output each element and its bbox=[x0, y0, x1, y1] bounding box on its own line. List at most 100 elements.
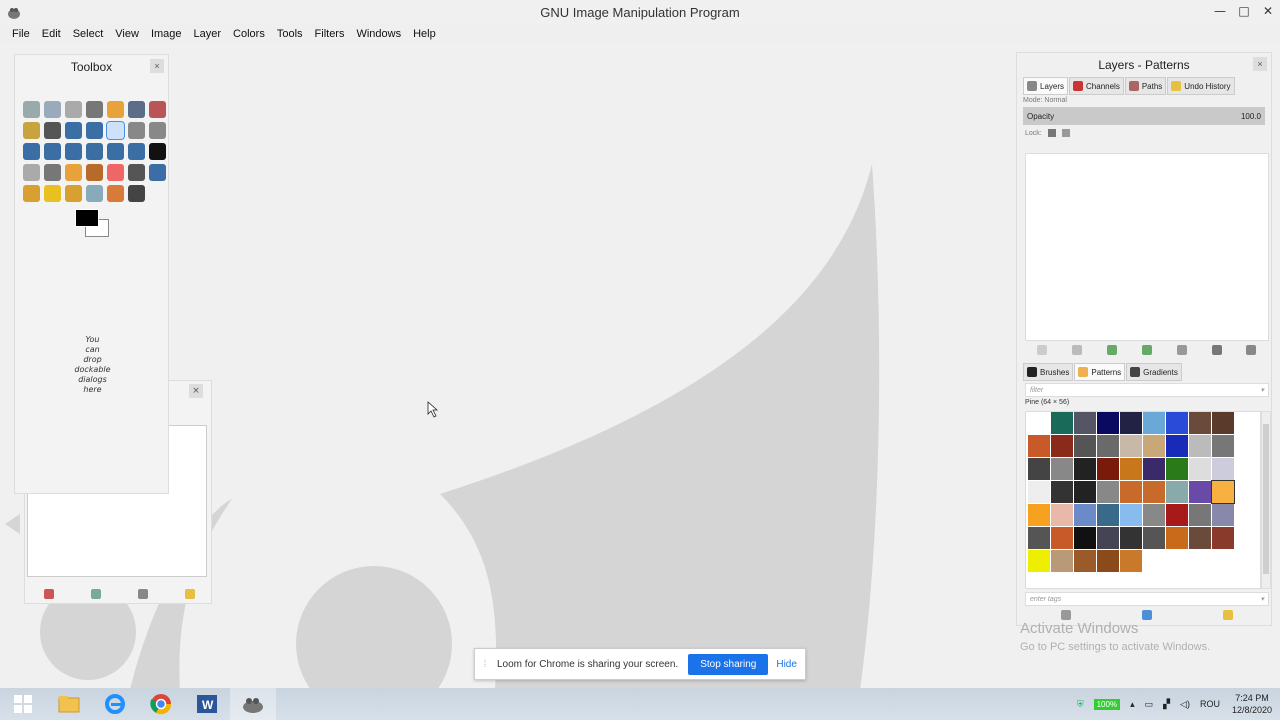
tool-button[interactable] bbox=[65, 101, 82, 118]
pattern-swatch[interactable] bbox=[1097, 412, 1119, 434]
pattern-swatch[interactable] bbox=[1120, 412, 1142, 434]
taskbar-chrome[interactable] bbox=[138, 688, 184, 720]
tool-button[interactable] bbox=[86, 143, 103, 160]
tool-button[interactable] bbox=[128, 143, 145, 160]
raise-item-icon[interactable] bbox=[90, 589, 101, 599]
tool-button[interactable] bbox=[128, 185, 145, 202]
new-layer-icon[interactable] bbox=[1037, 345, 1048, 355]
tab-layers[interactable]: Layers bbox=[1023, 77, 1069, 95]
menu-windows[interactable]: Windows bbox=[350, 28, 407, 40]
pattern-swatch[interactable] bbox=[1097, 435, 1119, 457]
pattern-swatch[interactable] bbox=[1189, 435, 1211, 457]
pattern-swatch[interactable] bbox=[1097, 527, 1119, 549]
menu-tools[interactable]: Tools bbox=[271, 28, 309, 40]
mode-select[interactable]: Mode: Normal bbox=[1023, 97, 1265, 104]
tool-button[interactable] bbox=[86, 164, 103, 181]
raise-layer-icon[interactable] bbox=[1107, 345, 1118, 355]
pattern-swatch[interactable] bbox=[1120, 481, 1142, 503]
pattern-scrollbar[interactable] bbox=[1261, 411, 1271, 589]
pattern-swatch[interactable] bbox=[1120, 527, 1142, 549]
pattern-swatch[interactable] bbox=[1143, 412, 1165, 434]
pattern-swatch[interactable] bbox=[1097, 550, 1119, 572]
stop-sharing-button[interactable]: Stop sharing bbox=[688, 653, 769, 675]
tool-button[interactable] bbox=[65, 122, 82, 139]
tool-button[interactable] bbox=[65, 143, 82, 160]
pattern-swatch[interactable] bbox=[1028, 550, 1050, 572]
pattern-swatch[interactable] bbox=[1028, 458, 1050, 480]
tool-button[interactable] bbox=[106, 121, 125, 140]
pattern-swatch[interactable] bbox=[1051, 504, 1073, 526]
pattern-swatch[interactable] bbox=[1074, 527, 1096, 549]
tab-gradients[interactable]: Gradients bbox=[1126, 363, 1182, 381]
tool-button[interactable] bbox=[65, 185, 82, 202]
pattern-swatch[interactable] bbox=[1211, 480, 1235, 504]
pattern-swatch[interactable] bbox=[1120, 458, 1142, 480]
pattern-swatch[interactable] bbox=[1051, 481, 1073, 503]
open-folder-icon[interactable] bbox=[184, 589, 195, 599]
tool-button[interactable] bbox=[86, 122, 103, 139]
lower-layer-icon[interactable] bbox=[1141, 345, 1152, 355]
pattern-swatch[interactable] bbox=[1189, 527, 1211, 549]
lock-alpha-icon[interactable] bbox=[1061, 129, 1070, 137]
chevron-up-icon[interactable]: ▴ bbox=[1130, 699, 1135, 710]
toolbox-close-button[interactable]: × bbox=[150, 59, 164, 73]
pattern-swatch[interactable] bbox=[1074, 550, 1096, 572]
pattern-swatch[interactable] bbox=[1212, 412, 1234, 434]
pattern-swatch[interactable] bbox=[1166, 412, 1188, 434]
pattern-swatch[interactable] bbox=[1166, 527, 1188, 549]
delete-layer-icon[interactable] bbox=[1246, 345, 1257, 355]
pattern-swatch[interactable] bbox=[1212, 504, 1234, 526]
gimp-app-icon[interactable] bbox=[6, 4, 22, 20]
tool-button[interactable] bbox=[44, 164, 61, 181]
pattern-swatch[interactable] bbox=[1074, 504, 1096, 526]
lock-pixels-icon[interactable] bbox=[1047, 129, 1056, 137]
trash-icon[interactable] bbox=[137, 589, 148, 599]
menu-select[interactable]: Select bbox=[67, 28, 110, 40]
menu-filters[interactable]: Filters bbox=[309, 28, 351, 40]
pattern-swatch[interactable] bbox=[1166, 458, 1188, 480]
tool-button[interactable] bbox=[44, 185, 61, 202]
pattern-swatch[interactable] bbox=[1074, 435, 1096, 457]
pattern-swatch[interactable] bbox=[1143, 435, 1165, 457]
pattern-swatch[interactable] bbox=[1097, 481, 1119, 503]
tool-button[interactable] bbox=[149, 143, 166, 160]
menu-layer[interactable]: Layer bbox=[188, 28, 228, 40]
pattern-swatch[interactable] bbox=[1074, 412, 1096, 434]
pattern-swatch[interactable] bbox=[1189, 481, 1211, 503]
pattern-swatch[interactable] bbox=[1212, 458, 1234, 480]
tab-undo-history[interactable]: Undo History bbox=[1167, 77, 1235, 95]
minimize-button[interactable]: — bbox=[1208, 0, 1232, 22]
drag-handle-icon[interactable]: ⁞ bbox=[479, 659, 491, 670]
pattern-swatch[interactable] bbox=[1028, 412, 1050, 434]
pattern-swatch[interactable] bbox=[1074, 481, 1096, 503]
new-layer-group-icon[interactable] bbox=[1072, 345, 1083, 355]
pattern-swatch[interactable] bbox=[1051, 435, 1073, 457]
layers-list[interactable] bbox=[1025, 153, 1269, 341]
tool-button[interactable] bbox=[107, 101, 124, 118]
pattern-swatch[interactable] bbox=[1028, 527, 1050, 549]
menu-help[interactable]: Help bbox=[407, 28, 442, 40]
opacity-slider[interactable]: Opacity 100.0 bbox=[1023, 107, 1265, 125]
taskbar-internet-explorer[interactable] bbox=[92, 688, 138, 720]
close-button[interactable]: ✕ bbox=[1256, 0, 1280, 22]
pattern-swatch[interactable] bbox=[1028, 435, 1050, 457]
volume-icon[interactable]: ◁) bbox=[1180, 699, 1190, 710]
tool-button[interactable] bbox=[23, 185, 40, 202]
dock-close-button[interactable]: × bbox=[1253, 57, 1267, 71]
pattern-swatch[interactable] bbox=[1166, 435, 1188, 457]
open-folder-icon[interactable] bbox=[1223, 610, 1234, 620]
tool-button[interactable] bbox=[65, 164, 82, 181]
scrollbar-thumb[interactable] bbox=[1263, 424, 1269, 574]
tool-button[interactable] bbox=[128, 101, 145, 118]
pattern-swatch[interactable] bbox=[1143, 504, 1165, 526]
tool-button[interactable] bbox=[86, 101, 103, 118]
hide-button[interactable]: Hide bbox=[776, 659, 797, 670]
pattern-swatch[interactable] bbox=[1166, 481, 1188, 503]
taskbar-file-explorer[interactable] bbox=[46, 688, 92, 720]
tool-button[interactable] bbox=[23, 164, 40, 181]
start-button[interactable] bbox=[0, 688, 46, 720]
foreground-color-swatch[interactable] bbox=[75, 209, 99, 227]
menu-colors[interactable]: Colors bbox=[227, 28, 271, 40]
tab-paths[interactable]: Paths bbox=[1124, 77, 1167, 95]
display-icon[interactable]: ▭ bbox=[1145, 699, 1154, 710]
